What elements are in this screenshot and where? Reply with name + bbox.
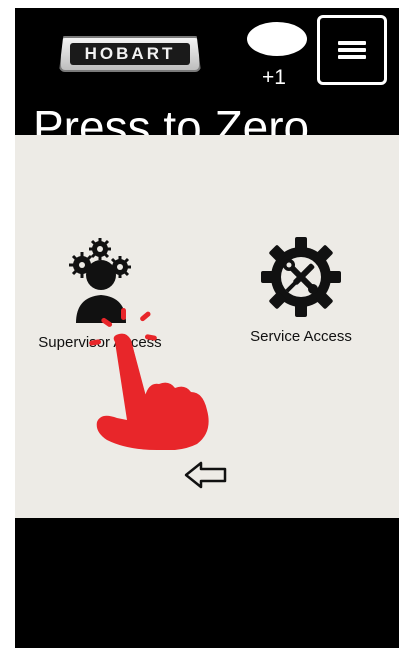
hamburger-menu-icon <box>338 38 366 62</box>
menu-button[interactable] <box>317 15 387 85</box>
back-arrow-icon[interactable] <box>183 460 229 490</box>
count-text: +1 <box>262 66 286 89</box>
service-access-option[interactable]: Service Access <box>231 235 371 345</box>
service-access-label: Service Access <box>250 328 352 345</box>
logo-text: HOBART <box>84 44 176 63</box>
gear-wrench-screwdriver-icon <box>261 237 341 317</box>
tap-hand-icon <box>89 308 209 450</box>
count-oval <box>247 22 307 56</box>
access-panel: Supervisor Access Service Access <box>15 135 399 518</box>
hobart-logo: HOBART <box>59 36 201 72</box>
count-indicator: +1 <box>247 22 307 92</box>
device-screen: HOBART +1 Press to Zero Supervisor Acces… <box>15 8 399 648</box>
